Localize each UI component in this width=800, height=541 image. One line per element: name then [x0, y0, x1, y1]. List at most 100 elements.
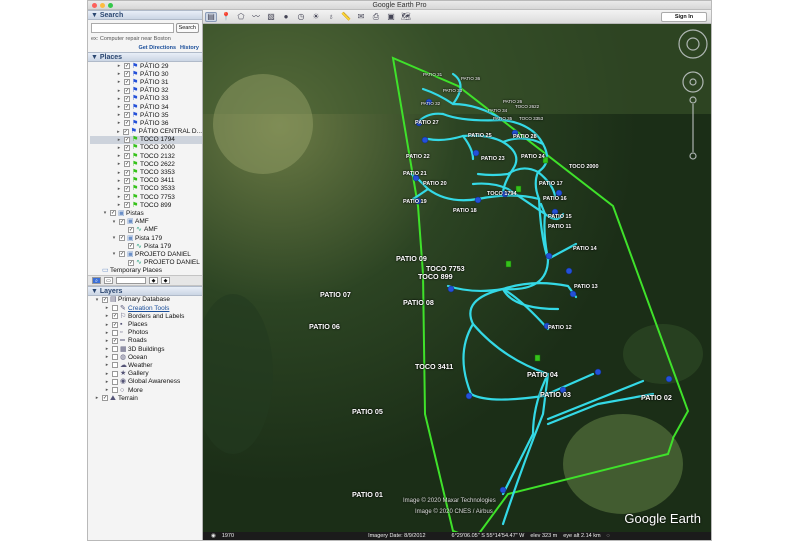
layer-checkbox[interactable]: ✓ — [112, 321, 118, 328]
expand-arrow-icon[interactable]: ▸ — [116, 96, 122, 102]
places-folder[interactable]: ▾ ✓ ▣ PROJETO DANIEL — [90, 250, 202, 258]
layer-item[interactable]: ▸ ✎ Creation Tools — [90, 304, 202, 312]
sun-icon[interactable]: ☀ — [310, 12, 322, 22]
layer-item[interactable]: ▸ ▦ 3D Buildings — [90, 345, 202, 353]
layer-checkbox[interactable] — [112, 354, 118, 361]
expand-arrow-icon[interactable]: ▾ — [111, 251, 117, 257]
places-item[interactable]: ▸ ✓ ⚑ TOCO 3353 — [90, 168, 202, 176]
layer-checkbox[interactable] — [112, 370, 118, 377]
visibility-checkbox[interactable]: ✓ — [119, 235, 125, 242]
expand-arrow-icon[interactable]: ▸ — [104, 354, 110, 360]
layer-checkbox[interactable]: ✓ — [102, 296, 108, 303]
expand-arrow-icon[interactable]: ▸ — [104, 346, 110, 352]
places-folder[interactable]: ✓ ∿ AMF — [90, 226, 202, 234]
visibility-checkbox[interactable]: ✓ — [124, 185, 130, 192]
visibility-checkbox[interactable]: ✓ — [119, 218, 125, 225]
layer-item[interactable]: ▸ ✓ ⛰ Terrain — [90, 394, 202, 402]
visibility-checkbox[interactable]: ✓ — [124, 169, 130, 176]
expand-arrow-icon[interactable]: ▸ — [104, 305, 110, 311]
places-panel-header[interactable]: ▼ Places — [88, 52, 202, 62]
sidebar-toggle-icon[interactable]: ▤ — [205, 11, 217, 22]
layer-item[interactable]: ▸ ◍ Ocean — [90, 353, 202, 361]
places-item[interactable]: ▸ ✓ ⚑ TOCO 3411 — [90, 177, 202, 185]
sign-in-button[interactable]: Sign In — [661, 12, 707, 22]
expand-arrow-icon[interactable]: ▸ — [116, 104, 122, 110]
visibility-checkbox[interactable]: ✓ — [128, 226, 134, 233]
search-button[interactable]: Search — [175, 23, 199, 33]
time-slider-icon[interactable]: ◉ — [211, 533, 216, 539]
places-folder[interactable]: ▾ ✓ ▣ AMF — [90, 218, 202, 226]
places-item[interactable]: ▸ ✓ ⚑ TOCO 2000 — [90, 144, 202, 152]
expand-arrow-icon[interactable]: ▸ — [116, 137, 122, 143]
expand-arrow-icon[interactable]: ▸ — [104, 322, 110, 328]
places-item[interactable]: ▸ ✓ ⚑ TOCO 2622 — [90, 160, 202, 168]
historical-imagery-icon[interactable]: ◷ — [295, 12, 307, 22]
layer-item[interactable]: ▸ ▫ Photos — [90, 329, 202, 337]
visibility-checkbox[interactable]: ✓ — [124, 153, 130, 160]
history-link[interactable]: History — [180, 45, 199, 51]
visibility-checkbox[interactable]: ✓ — [124, 120, 130, 127]
expand-arrow-icon[interactable]: ▸ — [116, 145, 122, 151]
save-image-icon[interactable]: ▣ — [385, 12, 397, 22]
places-item[interactable]: ▸ ✓ ⚑ TOCO 1794 — [90, 135, 202, 144]
expand-arrow-icon[interactable]: ▸ — [116, 63, 122, 69]
places-folder[interactable]: ✓ ∿ Pista 179 — [90, 242, 202, 250]
places-item[interactable]: ▸ ✓ ⚑ PÁTIO 35 — [90, 111, 202, 119]
visibility-checkbox[interactable]: ✓ — [110, 210, 116, 217]
expand-arrow-icon[interactable]: ▸ — [104, 379, 110, 385]
visibility-checkbox[interactable]: ✓ — [119, 251, 125, 258]
visibility-checkbox[interactable]: ✓ — [124, 136, 130, 143]
visibility-checkbox[interactable]: ✓ — [124, 161, 130, 168]
map-view[interactable]: PATIO 09 TOCO 7753 TOCO 899 PATIO 14 PAT… — [203, 24, 711, 532]
layers-panel-header[interactable]: ▼ Layers — [88, 285, 202, 296]
expand-arrow-icon[interactable]: ▸ — [104, 313, 110, 319]
expand-arrow-icon[interactable]: ▸ — [116, 170, 122, 176]
layer-item[interactable]: ▾ ✓ ▤ Primary Database — [90, 296, 202, 304]
visibility-checkbox[interactable]: ✓ — [124, 79, 130, 86]
expand-arrow-icon[interactable]: ▸ — [116, 71, 122, 77]
expand-arrow-icon[interactable]: ▸ — [94, 395, 100, 401]
places-item[interactable]: ▸ ✓ ⚑ PÁTIO 33 — [90, 95, 202, 103]
expand-arrow-icon[interactable]: ▸ — [116, 202, 122, 208]
visibility-checkbox[interactable]: ✓ — [124, 87, 130, 94]
expand-arrow-icon[interactable]: ▸ — [104, 362, 110, 368]
expand-arrow-icon[interactable]: ▸ — [116, 79, 122, 85]
expand-arrow-icon[interactable]: ▸ — [116, 129, 121, 135]
expand-arrow-icon[interactable]: ▸ — [116, 178, 122, 184]
expand-arrow-icon[interactable]: ▸ — [116, 186, 122, 192]
image-overlay-icon[interactable]: ▧ — [265, 12, 277, 22]
places-item[interactable]: ▸ ✓ ⚑ PÁTIO 34 — [90, 103, 202, 111]
record-tour-icon[interactable]: ● — [280, 12, 292, 22]
layer-item[interactable]: ▸ ✓ ▪ Places — [90, 320, 202, 328]
print-icon[interactable]: ⎙ — [370, 12, 382, 22]
layer-item[interactable]: ▸ ★ Gallery — [90, 370, 202, 378]
ruler-icon[interactable]: 📏 — [340, 12, 352, 22]
layer-checkbox[interactable] — [112, 362, 118, 369]
layer-item[interactable]: ▸ ◉ Global Awareness — [90, 378, 202, 386]
layer-checkbox[interactable] — [112, 378, 118, 385]
visibility-checkbox[interactable]: ✓ — [128, 243, 134, 250]
places-folder[interactable]: ▾ ✓ ▣ Pistas — [90, 209, 202, 217]
expand-arrow-icon[interactable]: ▸ — [116, 120, 122, 126]
visibility-checkbox[interactable]: ✓ — [124, 112, 130, 119]
visibility-checkbox[interactable]: ✓ — [124, 194, 130, 201]
places-item[interactable]: ▸ ✓ ⚑ PÁTIO 30 — [90, 70, 202, 78]
expand-arrow-icon[interactable]: ▸ — [116, 194, 122, 200]
path-icon[interactable]: 〰 — [250, 12, 262, 22]
places-item[interactable]: ▸ ✓ ⚑ PÁTIO CENTRAL D... — [90, 128, 202, 136]
temporary-places-folder[interactable]: ▭ Temporary Places — [90, 267, 202, 275]
expand-arrow-icon[interactable]: ▸ — [104, 387, 110, 393]
expand-arrow-icon[interactable]: ▸ — [116, 88, 122, 94]
expand-arrow-icon[interactable]: ▾ — [111, 235, 117, 241]
layer-item[interactable]: ▸ ☁ Weather — [90, 361, 202, 369]
layer-checkbox[interactable]: ✓ — [112, 313, 118, 320]
visibility-checkbox[interactable]: ✓ — [122, 128, 129, 135]
visibility-checkbox[interactable]: ✓ — [124, 202, 130, 209]
email-icon[interactable]: ✉ — [355, 12, 367, 22]
get-directions-link[interactable]: Get Directions — [138, 45, 176, 51]
places-item[interactable]: ▸ ✓ ⚑ TOCO 2132 — [90, 152, 202, 160]
planets-icon[interactable]: ♁ — [325, 12, 337, 22]
placemark-icon[interactable]: 📍 — [220, 12, 232, 22]
move-up-icon[interactable]: ◆ — [149, 276, 158, 284]
expand-arrow-icon[interactable]: ▸ — [104, 338, 110, 344]
